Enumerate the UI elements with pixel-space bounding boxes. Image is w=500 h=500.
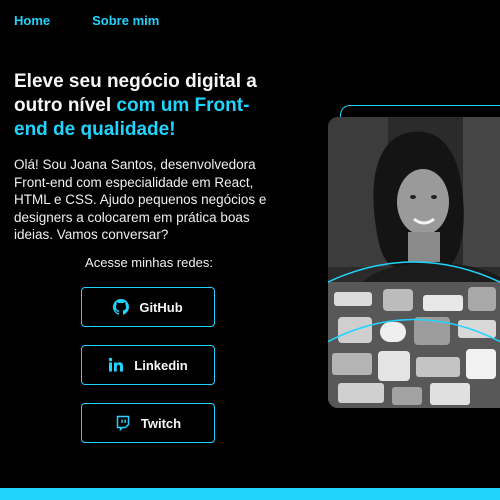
profile-photo-area — [328, 105, 500, 408]
twitch-button[interactable]: Twitch — [81, 403, 215, 443]
github-button[interactable]: GitHub — [81, 287, 215, 327]
github-label: GitHub — [139, 299, 183, 315]
footer-accent-bar — [0, 488, 500, 500]
github-icon — [113, 299, 130, 315]
linkedin-button[interactable]: Linkedin — [81, 345, 215, 385]
hero-description: Olá! Sou Joana Santos, desenvolvedora Fr… — [14, 157, 267, 242]
hero-title: Eleve seu negócio digital a outro nível … — [14, 70, 274, 142]
nav-link-about[interactable]: Sobre mim — [92, 13, 159, 28]
profile-photo — [328, 117, 500, 408]
socials-label: Acesse minhas redes: — [85, 255, 213, 270]
linkedin-icon — [108, 357, 124, 373]
linkedin-label: Linkedin — [134, 357, 188, 373]
twitch-label: Twitch — [140, 415, 182, 431]
nav-link-home[interactable]: Home — [14, 13, 50, 28]
top-nav: Home Sobre mim — [14, 13, 159, 28]
twitch-icon — [115, 415, 131, 431]
profile-photo-illustration — [328, 117, 500, 408]
